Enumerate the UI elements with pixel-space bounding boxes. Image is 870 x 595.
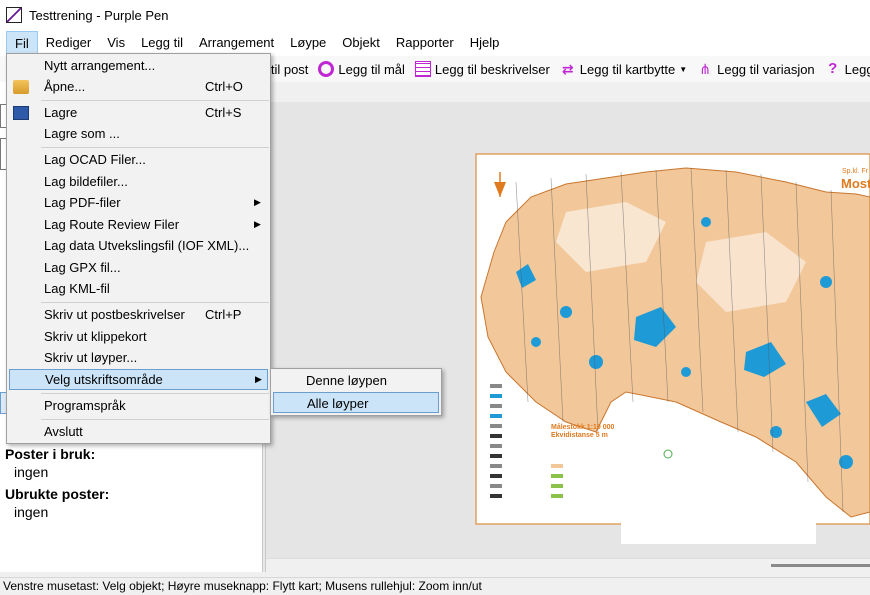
menu-item-lag-bildefiler[interactable]: Lag bildefiler...: [9, 171, 268, 192]
add-map-exchange-button[interactable]: ⇄ Legg til kartbytte ▼: [560, 61, 687, 77]
submenu-arrow-icon: ▶: [254, 197, 261, 207]
menu-item-lagre[interactable]: Lagre Ctrl+S: [9, 102, 268, 123]
ubrukte-poster-heading: Ubrukte poster:: [5, 486, 110, 502]
dropdown-arrow-icon[interactable]: ▼: [679, 65, 687, 74]
menu-fil[interactable]: Fil: [6, 31, 38, 55]
map-canvas[interactable]: Målestokk 1:10 000 Ekvidistanse 5 m Sp.k…: [266, 102, 870, 558]
print-area-submenu: Denne løypen Alle løyper: [270, 368, 442, 416]
menu-item-lag-iof-xml[interactable]: Lag data Utvekslingsfil (IOF XML)...: [9, 235, 268, 256]
map-title: Most: [841, 176, 870, 191]
menu-legg-til[interactable]: Legg til: [133, 31, 191, 55]
add-description-button[interactable]: Legg til beskrivelser: [414, 61, 550, 77]
add-variation-button[interactable]: ⋔ Legg til variasjon: [697, 61, 815, 77]
menu-item-lag-ocad[interactable]: Lag OCAD Filer...: [9, 149, 268, 170]
map-scale-text: Målestokk 1:10 000: [551, 423, 615, 431]
add-description-label: Legg til beskrivelser: [434, 61, 550, 77]
map-subtitle: Sp.kl. Fr: [842, 168, 869, 175]
menu-item-programsprak[interactable]: Programspråk: [9, 395, 268, 416]
horizontal-scrollbar[interactable]: [266, 558, 870, 572]
menu-separator: [41, 100, 269, 101]
menu-rapporter[interactable]: Rapporter: [388, 31, 462, 55]
menu-item-lagre-som[interactable]: Lagre som ...: [9, 123, 268, 144]
menu-separator: [41, 147, 269, 148]
submenu-arrow-icon: ▶: [254, 219, 261, 229]
menu-arrangement[interactable]: Arrangement: [191, 31, 282, 55]
menu-separator: [41, 419, 269, 420]
add-finish-button[interactable]: Legg til mål: [318, 61, 405, 77]
map-exchange-icon: ⇄: [561, 61, 574, 77]
submenu-item-alle-loyper[interactable]: Alle løyper: [273, 392, 439, 413]
menu-item-skriv-klippekort[interactable]: Skriv ut klippekort: [9, 326, 268, 347]
lake: [560, 306, 572, 318]
lake: [589, 355, 603, 369]
menu-item-nytt-arrangement[interactable]: Nytt arrangement...: [9, 55, 268, 76]
help-question-icon: ?: [828, 60, 838, 77]
title-bar: Testtrening - Purple Pen: [0, 0, 870, 30]
status-bar: Venstre musetast: Velg objekt; Høyre mus…: [0, 577, 870, 595]
menu-item-velg-utskriftsomrade[interactable]: Velg utskriftsområde ▶: [9, 369, 268, 390]
menu-item-skriv-loyper[interactable]: Skriv ut løyper...: [9, 347, 268, 368]
menu-item-lag-gpx[interactable]: Lag GPX fil...: [9, 257, 268, 278]
menu-item-apne[interactable]: Åpne... Ctrl+O: [9, 76, 268, 97]
menu-hjelp[interactable]: Hjelp: [462, 31, 508, 55]
menu-rediger[interactable]: Rediger: [38, 31, 100, 55]
file-menu-dropdown: Nytt arrangement... Åpne... Ctrl+O Lagre…: [6, 53, 271, 444]
add-finish-label: Legg til mål: [338, 61, 405, 77]
lake: [820, 276, 832, 288]
window-title: Testtrening - Purple Pen: [29, 7, 169, 23]
scrollbar-thumb[interactable]: [771, 564, 870, 567]
map-equidistance-text: Ekvidistanse 5 m: [551, 432, 608, 439]
menu-loype[interactable]: Løype: [282, 31, 334, 55]
menu-item-lag-route-review[interactable]: Lag Route Review Filer ▶: [9, 214, 268, 235]
menu-objekt[interactable]: Objekt: [334, 31, 388, 55]
add-map-exchange-label: Legg til kartbytte: [579, 61, 676, 77]
menu-vis[interactable]: Vis: [99, 31, 133, 55]
folder-open-icon: [13, 79, 29, 94]
poster-i-bruk-heading: Poster i bruk:: [5, 446, 96, 462]
menu-separator: [41, 302, 269, 303]
purple-pen-app-icon: [6, 7, 22, 23]
submenu-item-denne-loypen[interactable]: Denne løypen: [273, 370, 439, 391]
submenu-arrow-icon: ▶: [255, 374, 262, 384]
lake: [701, 217, 711, 227]
menu-item-lag-pdf[interactable]: Lag PDF-filer ▶: [9, 192, 268, 213]
floppy-save-icon: [13, 105, 29, 120]
menu-item-skriv-postbeskrivelser[interactable]: Skriv ut postbeskrivelser Ctrl+P: [9, 304, 268, 325]
add-special-button[interactable]: ? Legg til s: [825, 61, 870, 77]
description-grid-icon: [414, 61, 431, 77]
add-special-label: Legg til s: [844, 61, 870, 77]
variation-icon: ⋔: [699, 61, 711, 77]
lake: [681, 367, 691, 377]
map-drawing: Målestokk 1:10 000 Ekvidistanse 5 m Sp.k…: [475, 153, 870, 544]
menu-item-avslutt[interactable]: Avslutt: [9, 421, 268, 442]
ubrukte-poster-value: ingen: [14, 504, 49, 520]
menu-separator: [41, 393, 269, 394]
menu-item-lag-kml[interactable]: Lag KML-fil: [9, 278, 268, 299]
add-variation-label: Legg til variasjon: [717, 61, 815, 77]
poster-i-bruk-value: ingen: [14, 464, 49, 480]
finish-icon: [318, 61, 335, 77]
lake: [531, 337, 541, 347]
